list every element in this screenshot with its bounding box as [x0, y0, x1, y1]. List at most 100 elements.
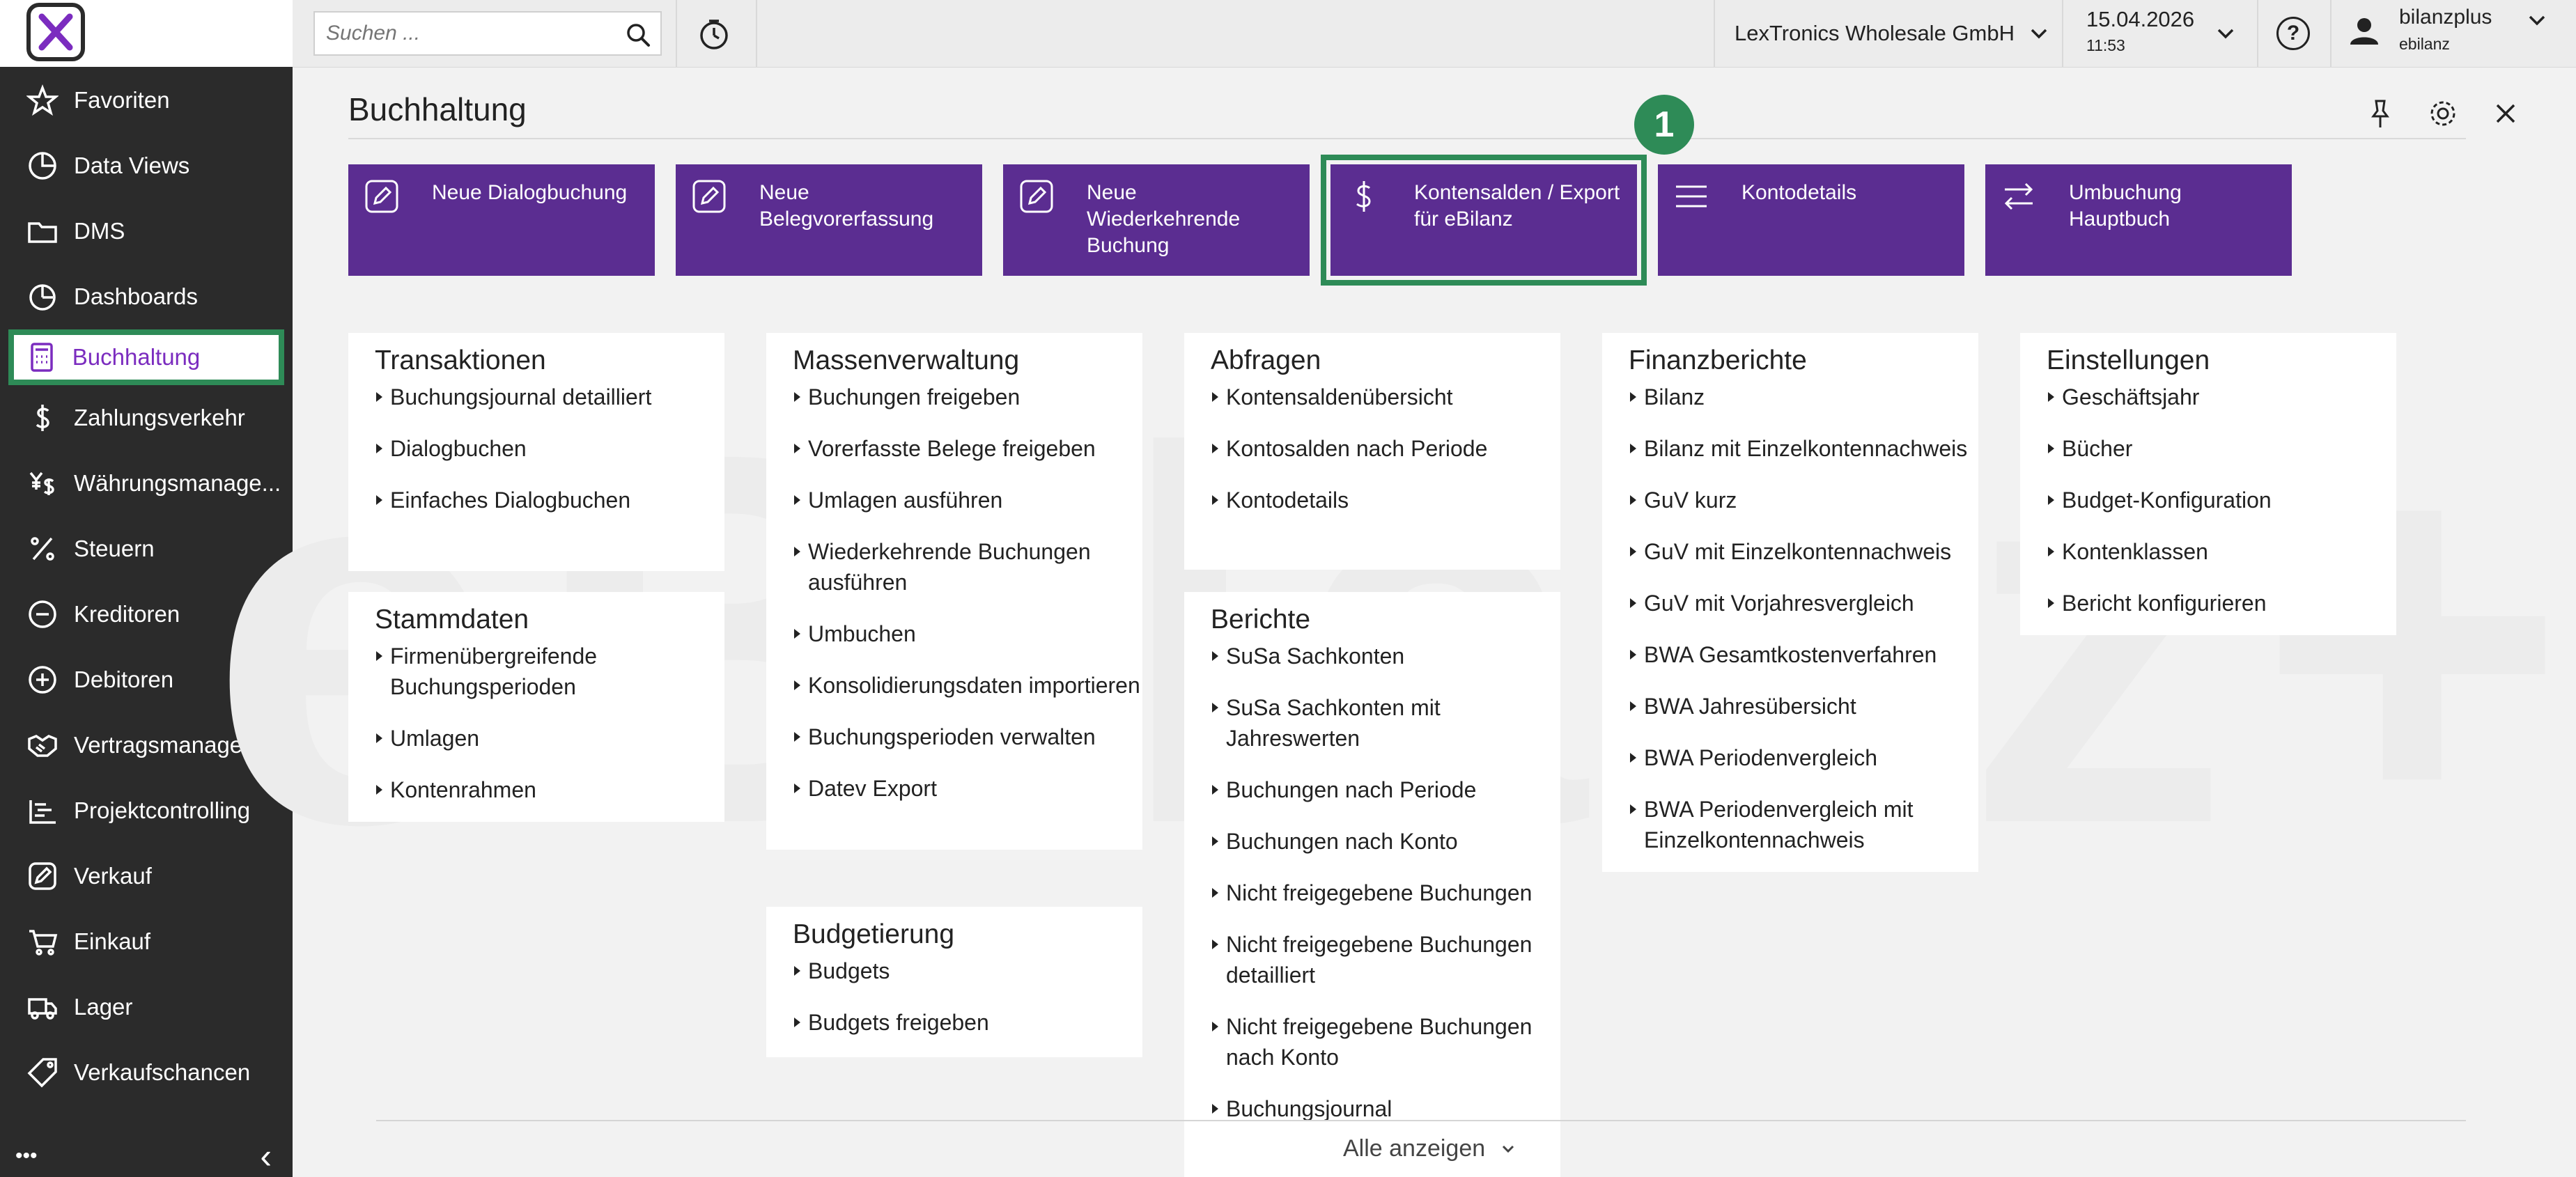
- sidebar-item-projektcontrolling[interactable]: Projektcontrolling: [0, 778, 293, 843]
- card-link[interactable]: SuSa Sachkonten mit Jahreswerten: [1211, 692, 1560, 754]
- sidebar-item-kreditoren[interactable]: Kreditoren: [0, 582, 293, 647]
- card-link[interactable]: BWA Jahresübersicht: [1629, 691, 1978, 722]
- card-link[interactable]: BWA Periodenvergleich mit Einzelkontenna…: [1629, 794, 1978, 855]
- sidebar-item-buchhaltung[interactable]: Buchhaltung: [8, 329, 284, 385]
- card-link[interactable]: Budget-Konfiguration: [2047, 485, 2396, 515]
- tile-neue-wiederkehrende-buchung[interactable]: Neue Wiederkehrende Buchung: [1003, 164, 1310, 276]
- tile-kontodetails[interactable]: Kontodetails: [1658, 164, 1964, 276]
- card-title: Abfragen: [1211, 345, 1321, 375]
- card-link[interactable]: Budgets: [793, 956, 1142, 986]
- card-link[interactable]: Buchungen nach Periode: [1211, 774, 1560, 805]
- card-berichte: Berichte SuSa Sachkonten SuSa Sachkonten …: [1184, 592, 1560, 1177]
- calculator-icon: [25, 340, 59, 375]
- dollar-icon: [25, 400, 60, 435]
- card-title: Stammdaten: [375, 605, 529, 634]
- chevron-down-icon[interactable]: [2215, 23, 2236, 44]
- sidebar-item-einkauf[interactable]: Einkauf: [0, 909, 293, 974]
- card-link[interactable]: GuV mit Einzelkontennachweis: [1629, 536, 1978, 567]
- pin-icon[interactable]: [2363, 96, 2398, 131]
- tile-neue-dialogbuchung[interactable]: Neue Dialogbuchung: [348, 164, 655, 276]
- company-selector[interactable]: LexTronics Wholesale GmbH: [1735, 0, 2049, 67]
- sidebar-item-label: Projektcontrolling: [74, 797, 251, 823]
- sidebar-item-verkaufschancen[interactable]: Verkaufschancen: [0, 1040, 293, 1105]
- card-link[interactable]: Kontenrahmen: [375, 774, 724, 805]
- card-link[interactable]: Nicht freigegebene Buchungen nach Konto: [1211, 1011, 1560, 1073]
- card-link[interactable]: Nicht freigegebene Buchungen detailliert: [1211, 929, 1560, 990]
- user-icon: [2350, 18, 2378, 45]
- sidebar-item-label: DMS: [74, 218, 125, 244]
- card-link[interactable]: Buchungsperioden verwalten: [793, 722, 1142, 752]
- card-link[interactable]: SuSa Sachkonten: [1211, 641, 1560, 671]
- card-link[interactable]: Wiederkehrende Buchungen ausführen: [793, 536, 1142, 598]
- sidebar-item-label: Data Views: [74, 153, 190, 178]
- card-link[interactable]: Umlagen: [375, 723, 724, 754]
- card-link[interactable]: Vorerfasste Belege freigeben: [793, 433, 1142, 464]
- sidebar-item-verkauf[interactable]: Verkauf: [0, 843, 293, 909]
- sidebar-item-label: Verkaufschancen: [74, 1059, 251, 1085]
- tile-umbuchung-hauptbuch[interactable]: Umbuchung Hauptbuch: [1985, 164, 2292, 276]
- edit-icon: [1020, 180, 1053, 213]
- card-link[interactable]: Bücher: [2047, 433, 2396, 464]
- sidebar-item-favoriten[interactable]: Favoriten: [0, 68, 293, 133]
- user-menu[interactable]: bilanzplus ebilanz: [2349, 6, 2547, 54]
- card-link[interactable]: Kontodetails: [1211, 485, 1560, 515]
- card-link[interactable]: Geschäftsjahr: [2047, 382, 2396, 412]
- card-link[interactable]: Dialogbuchen: [375, 433, 724, 464]
- card-link[interactable]: Budgets freigeben: [793, 1007, 1142, 1038]
- date-selector[interactable]: 15.04.2026 11:53: [2086, 7, 2194, 55]
- close-icon[interactable]: [2488, 96, 2523, 131]
- search-input[interactable]: [325, 21, 620, 46]
- card-title: Berichte: [1211, 605, 1311, 634]
- chevron-down-icon: [2031, 29, 2047, 39]
- company-name: LexTronics Wholesale GmbH: [1735, 21, 2015, 45]
- show-all-button[interactable]: Alle anzeigen: [1343, 1135, 1516, 1162]
- card-link[interactable]: Buchungsjournal detailliert: [375, 382, 724, 412]
- help-icon[interactable]: ?: [2276, 17, 2310, 50]
- card-link[interactable]: Datev Export: [793, 773, 1142, 804]
- dashboard-icon: [25, 279, 60, 314]
- sidebar-item-lager[interactable]: Lager: [0, 974, 293, 1040]
- sidebar-item-dashboards[interactable]: Dashboards: [0, 264, 293, 329]
- timer-icon[interactable]: [697, 17, 731, 52]
- card-link[interactable]: Umlagen ausführen: [793, 485, 1142, 515]
- card-link[interactable]: BWA Periodenvergleich: [1629, 742, 1978, 773]
- sidebar-item-währungsmanage[interactable]: Währungsmanage...: [0, 451, 293, 516]
- step-badge: 1: [1634, 95, 1694, 155]
- card-link[interactable]: Kontensaldenübersicht: [1211, 382, 1560, 412]
- handshake-icon: [25, 728, 60, 763]
- more-icon[interactable]: •••: [15, 1144, 38, 1168]
- tile-neue-belegvorerfassung[interactable]: Neue Belegvorerfassung: [676, 164, 982, 276]
- sidebar-item-vertragsmanagem[interactable]: Vertragsmanagem...: [0, 712, 293, 778]
- gear-icon[interactable]: [2426, 96, 2460, 131]
- collapse-sidebar-icon[interactable]: ‹: [260, 1136, 272, 1176]
- card-link[interactable]: Firmenübergreifende Buchungsperioden: [375, 641, 724, 702]
- tile-label: Umbuchung Hauptbuch: [2069, 181, 2182, 231]
- card-link[interactable]: Bilanz mit Einzelkontennachweis: [1629, 433, 1978, 464]
- app-logo[interactable]: [26, 3, 85, 61]
- sidebar-item-data-views[interactable]: Data Views: [0, 133, 293, 198]
- top-bar: LexTronics Wholesale GmbH 15.04.2026 11:…: [293, 0, 2576, 68]
- card-link[interactable]: BWA Gesamtkostenverfahren: [1629, 639, 1978, 670]
- card-link[interactable]: GuV kurz: [1629, 485, 1978, 515]
- sidebar-item-steuern[interactable]: Steuern: [0, 516, 293, 582]
- cart-icon: [25, 924, 60, 959]
- card-link[interactable]: Buchungen freigeben: [793, 382, 1142, 412]
- sidebar-item-debitoren[interactable]: Debitoren: [0, 647, 293, 712]
- edit-icon: [25, 859, 60, 894]
- card-link[interactable]: GuV mit Vorjahresvergleich: [1629, 588, 1978, 618]
- card-link[interactable]: Buchungen nach Konto: [1211, 826, 1560, 857]
- card-link[interactable]: Kontenklassen: [2047, 536, 2396, 567]
- card-title: Transaktionen: [375, 345, 546, 375]
- tile-kontensalden-export[interactable]: Kontensalden / Export für eBilanz: [1321, 155, 1647, 286]
- card-link[interactable]: Kontosalden nach Periode: [1211, 433, 1560, 464]
- star-icon: [25, 83, 60, 118]
- card-link[interactable]: Umbuchen: [793, 618, 1142, 649]
- card-link[interactable]: Konsolidierungsdaten importieren: [793, 670, 1142, 701]
- card-link[interactable]: Nicht freigegebene Buchungen: [1211, 878, 1560, 908]
- sidebar-item-dms[interactable]: DMS: [0, 198, 293, 264]
- sidebar-item-zahlungsverkehr[interactable]: Zahlungsverkehr: [0, 385, 293, 451]
- search-icon[interactable]: [624, 21, 652, 52]
- card-link[interactable]: Einfaches Dialogbuchen: [375, 485, 724, 515]
- card-link[interactable]: Bilanz: [1629, 382, 1978, 412]
- card-link[interactable]: Bericht konfigurieren: [2047, 588, 2396, 618]
